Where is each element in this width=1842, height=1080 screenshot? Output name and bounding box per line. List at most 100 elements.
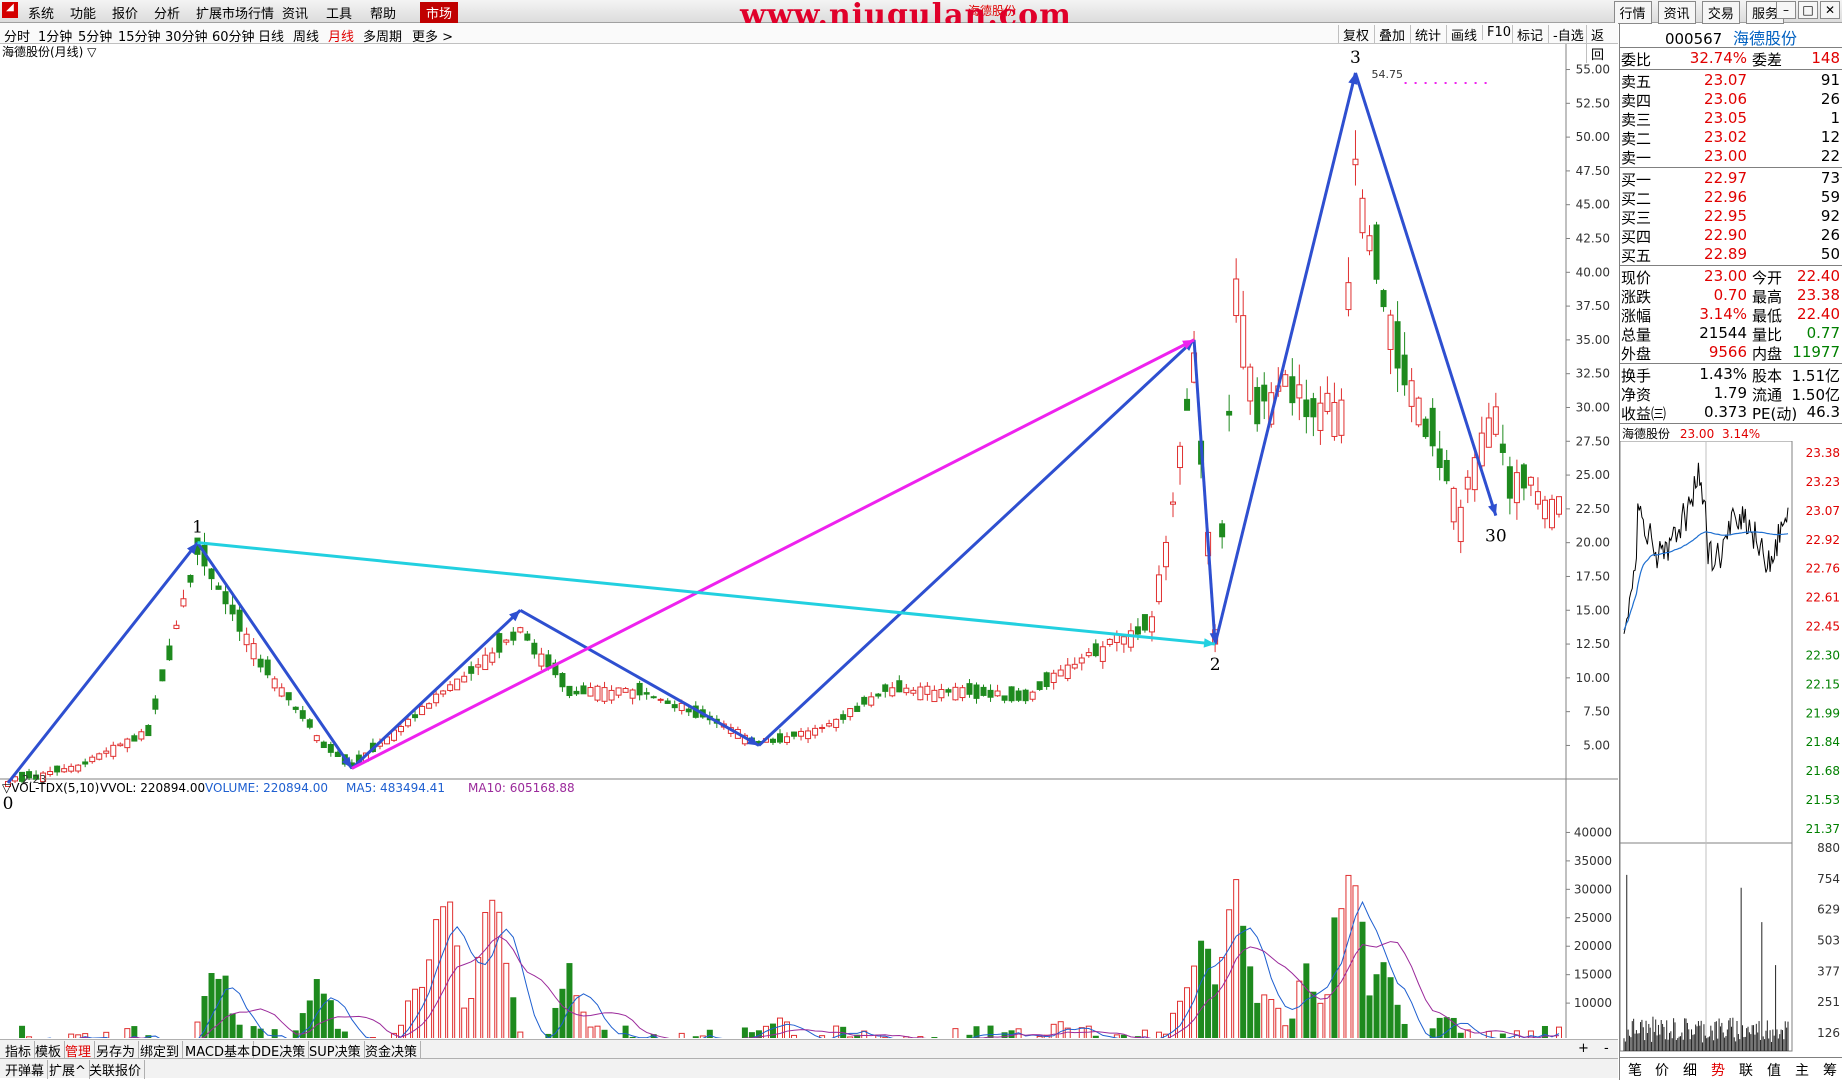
mini-price-tick: 21.99 (1806, 706, 1840, 720)
candle-body (685, 708, 692, 713)
candle-body (1408, 380, 1415, 407)
candle-body (952, 686, 959, 701)
tab-jia[interactable]: 价 (1647, 1060, 1677, 1080)
period-tab-multi[interactable]: 多周期 (363, 26, 402, 45)
period-tab-more[interactable]: 更多 > (412, 26, 453, 45)
price-tick-label: 47.50 (1576, 164, 1610, 178)
mini-price: 23.00 (1679, 427, 1715, 441)
menu-item-quote[interactable]: 报价 (112, 3, 138, 22)
stat-label: 总量 (1621, 326, 1652, 344)
candle-body (1359, 197, 1366, 234)
period-tab-1min[interactable]: 1分钟 (38, 26, 72, 45)
wave-point-label: 30 (1485, 527, 1507, 547)
app-logo-icon[interactable]: ◢ (2, 2, 18, 18)
high-price-label: 54.75 (1371, 68, 1403, 81)
tab-bi[interactable]: 笔 (1620, 1060, 1650, 1080)
wave-line (196, 541, 354, 770)
menu-item-help[interactable]: 帮助 (370, 3, 396, 22)
volume-bar (341, 1031, 348, 1038)
close-icon[interactable]: ✕ (1820, 1, 1840, 19)
stat-value: 0.70 (1713, 286, 1747, 304)
tab-xi[interactable]: 细 (1675, 1060, 1705, 1080)
market-button[interactable]: 行情 (1613, 1, 1652, 24)
mini-price-tick: 22.15 (1806, 677, 1840, 691)
news-button[interactable]: 资讯 (1657, 1, 1696, 24)
period-tab-monthly[interactable]: 月线 (328, 26, 354, 45)
candle-body (1331, 402, 1338, 437)
ask-row: 卖五 23.07 91 (1620, 71, 1842, 91)
candle-body (903, 687, 910, 694)
mini-volume-tick: 754 (1817, 872, 1840, 886)
period-toolbar: 分时 1分钟 5分钟 15分钟 30分钟 60分钟 日线 周线 月线 多周期 更… (0, 23, 1618, 63)
overlay-button[interactable]: 叠加 (1374, 25, 1409, 44)
stat-value: 11977 (1792, 343, 1840, 361)
candle-body (419, 705, 426, 716)
price-tick-label: 7.50 (1583, 705, 1610, 719)
candle-body (1043, 672, 1050, 688)
restore-rights-button[interactable]: 复权 (1338, 25, 1373, 44)
period-tab-daily[interactable]: 日线 (258, 26, 284, 45)
menu-item-system[interactable]: 系统 (28, 3, 54, 22)
price-tick-label: 55.00 (1576, 63, 1610, 77)
menu-item-news[interactable]: 资讯 (282, 3, 308, 22)
tab-chou[interactable]: 筹 (1815, 1060, 1842, 1080)
candle-body (833, 718, 840, 728)
period-tab-timeshare[interactable]: 分时 (4, 26, 30, 45)
candle-body (110, 744, 117, 757)
f10-button[interactable]: F10 (1482, 25, 1515, 40)
draw-line-button[interactable]: 画线 (1446, 25, 1481, 44)
period-tab-15min[interactable]: 15分钟 (118, 26, 161, 45)
ask-label: 卖一 (1621, 149, 1652, 167)
menu-item-tools[interactable]: 工具 (326, 3, 352, 22)
candle-body (1282, 374, 1289, 387)
period-tab-30min[interactable]: 30分钟 (165, 26, 208, 45)
maximize-icon[interactable]: □ (1798, 1, 1818, 19)
volume-bar (320, 993, 327, 1038)
wave-line (1354, 72, 1498, 517)
volume-bar (1556, 1026, 1562, 1038)
candle-body (489, 652, 496, 663)
period-tab-5min[interactable]: 5分钟 (78, 26, 112, 45)
volume-bar (433, 919, 440, 1038)
mark-button[interactable]: 标记 (1512, 25, 1547, 44)
tab-zhu[interactable]: 主 (1787, 1060, 1817, 1080)
volume-bar (952, 1028, 959, 1038)
volume-bar (468, 998, 475, 1038)
danmaku-button[interactable]: 开弹幕 (2, 1060, 49, 1079)
statistics-button[interactable]: 统计 (1410, 25, 1445, 44)
tab-shi[interactable]: 势 (1703, 1060, 1733, 1080)
mini-price-tick: 23.23 (1806, 475, 1840, 489)
mini-price-tick: 21.84 (1806, 735, 1840, 749)
stat-value: 0.77 (1806, 324, 1840, 342)
period-tab-weekly[interactable]: 周线 (293, 26, 319, 45)
ask-label: 卖五 (1621, 73, 1652, 91)
ask-row: 卖四 23.06 26 (1620, 90, 1842, 110)
tab-zhi[interactable]: 值 (1759, 1060, 1789, 1080)
period-tab-60min[interactable]: 60分钟 (212, 26, 255, 45)
menu-item-analysis[interactable]: 分析 (154, 3, 180, 22)
candle-body (973, 684, 980, 699)
tab-lian[interactable]: 联 (1731, 1060, 1761, 1080)
minimize-icon[interactable]: – (1776, 1, 1796, 19)
zoom-out-icon[interactable]: - (1604, 1041, 1609, 1056)
menu-item-ext-market[interactable]: 扩展市场行情 (196, 3, 274, 22)
expand-button[interactable]: 扩展^ (46, 1060, 90, 1079)
candle-body (208, 568, 215, 580)
kline-chart[interactable]: 5.007.5010.0012.5015.0017.5020.0022.5025… (0, 44, 1618, 1038)
related-quote-button[interactable]: 关联报价 (86, 1060, 146, 1079)
ask-price: 23.07 (1704, 71, 1747, 89)
menu-item-market[interactable]: 市场 (420, 2, 459, 23)
divider (1620, 423, 1842, 424)
trade-button[interactable]: 交易 (1701, 1, 1740, 24)
mini-volume-tick: 503 (1817, 934, 1840, 948)
volume-bar (741, 1027, 748, 1038)
add-watchlist-button[interactable]: -自选 (1548, 25, 1588, 44)
intraday-mini-chart[interactable]: 23.38 23.23 23.07 22.92 22.76 22.61 22.45 22.30… (1620, 441, 1842, 1055)
volume-bar (1057, 1021, 1064, 1038)
zoom-in-icon[interactable]: + (1578, 1041, 1589, 1056)
volume-bar (791, 1034, 798, 1038)
volume-bar (987, 1025, 994, 1038)
menu-item-function[interactable]: 功能 (70, 3, 96, 22)
candle-body (257, 658, 264, 668)
stat-value: 22.40 (1797, 305, 1840, 323)
